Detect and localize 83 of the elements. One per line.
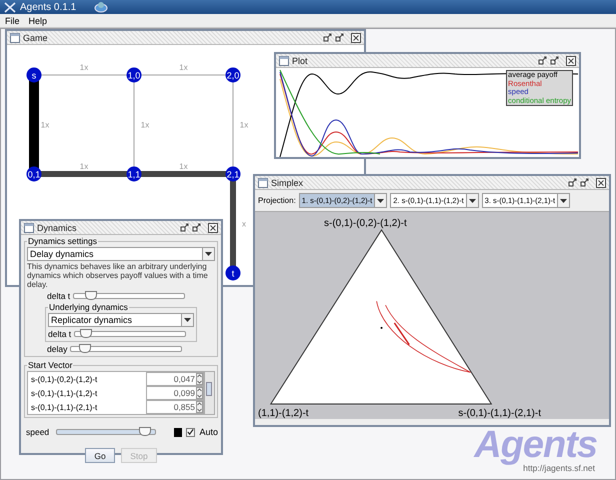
maximize-icon[interactable] <box>335 33 344 42</box>
edge-label: 1x <box>140 120 150 130</box>
graph-node[interactable]: 1,1 <box>126 166 142 182</box>
edge-label: 1x <box>240 120 248 130</box>
slider-thumb[interactable] <box>78 344 91 352</box>
color-swatch[interactable] <box>174 428 182 436</box>
dropdown[interactable]: Replicator dynamics <box>48 313 194 327</box>
window-icon <box>24 222 34 232</box>
minimize-icon[interactable] <box>568 178 577 187</box>
logo-text: Agents <box>474 427 597 463</box>
group-title: Start Vector <box>27 360 74 370</box>
spin-arrows-icon <box>196 387 203 399</box>
caret-icon <box>377 198 384 202</box>
edge-label: 1x <box>179 162 188 171</box>
window-icon <box>10 32 20 42</box>
number-spinner[interactable]: 0,855 <box>146 400 204 414</box>
caret-icon <box>468 198 476 202</box>
graph-node[interactable]: 0,1 <box>26 166 42 182</box>
caret-icon <box>560 198 568 202</box>
slider-label: speed <box>26 427 50 437</box>
edge-label: 1x <box>80 162 88 171</box>
checkbox-label: Auto <box>199 427 218 437</box>
vertex-label: s-(0,1)-(1,1)-(2,1)-t <box>458 408 541 419</box>
menu-item[interactable]: File <box>5 16 20 26</box>
x-logo-icon <box>4 2 16 12</box>
number-spinner[interactable]: 0,099 <box>146 386 204 400</box>
slider[interactable] <box>56 429 156 435</box>
slider-thumb[interactable] <box>139 427 152 436</box>
path-label: s-(0,1)-(1,1)-(1,2)-t <box>30 388 98 398</box>
path-label: s-(0,1)-(1,1)-(2,1)-t <box>30 402 98 412</box>
graph-node[interactable]: 2,0 <box>226 68 240 82</box>
edge-label: 1x <box>80 63 88 72</box>
edge-label: 1x <box>40 120 50 130</box>
close-icon[interactable] <box>351 32 361 42</box>
number-spinner[interactable]: 0,047 <box>146 372 204 386</box>
scrollbar[interactable] <box>204 372 214 414</box>
slider-label: delta t <box>47 290 70 300</box>
minimize-icon[interactable] <box>323 33 332 42</box>
slider[interactable] <box>73 292 186 298</box>
minimize-icon[interactable] <box>180 223 189 232</box>
graph-node[interactable]: t <box>226 266 240 280</box>
spin-arrows-icon <box>196 373 203 385</box>
window-icon <box>279 56 289 66</box>
window-icon <box>258 178 268 188</box>
minimize-icon[interactable] <box>538 56 547 65</box>
dropdown[interactable]: Delay dynamics <box>27 247 215 261</box>
slider-thumb[interactable] <box>84 290 97 300</box>
slider-label: delay <box>47 344 68 354</box>
window-title: Dynamics <box>37 222 77 232</box>
app-title: Agents 0.1.1 <box>20 2 78 12</box>
slider-label: delta t <box>48 328 72 338</box>
maximize-icon[interactable] <box>550 56 559 65</box>
caret-icon <box>184 318 191 322</box>
description-text: This dynamics behaves like an arbitrary underlying dynamics which observes payoff values with a time delay. <box>27 262 209 289</box>
path-label: s-(0,1)-(0,2)-(1,2)-t <box>30 374 98 384</box>
graph-node[interactable]: s <box>26 68 42 82</box>
graph-node[interactable]: 2,1 <box>226 166 240 182</box>
window-title: Simplex <box>271 178 304 188</box>
graph-node[interactable]: 1,0 <box>126 68 142 82</box>
window-title: Game <box>23 32 48 42</box>
slider[interactable] <box>74 330 186 336</box>
close-icon[interactable] <box>566 56 576 66</box>
slider[interactable] <box>70 346 182 352</box>
action-button[interactable]: Go <box>85 448 115 463</box>
menu-item[interactable]: Help <box>28 16 48 26</box>
close-icon[interactable] <box>596 178 606 188</box>
group-title: Dynamics settings <box>27 236 98 246</box>
edge-label: 1x <box>179 63 188 72</box>
caret-icon <box>205 252 212 256</box>
swirl-icon <box>94 1 108 13</box>
slider-thumb[interactable] <box>80 328 92 338</box>
spin-arrows-icon <box>196 401 203 413</box>
vertex-label: (1,1)-(1,2)-t <box>258 408 309 419</box>
projection-label: Projection: <box>258 196 296 205</box>
edge-label: x <box>242 220 246 228</box>
group-title: Underlying dynamics <box>48 302 129 312</box>
maximize-icon[interactable] <box>192 223 201 232</box>
maximize-icon[interactable] <box>580 178 589 187</box>
vertex-label: s-(0,1)-(0,2)-(1,2)-t <box>323 218 408 229</box>
logo-url: http://jagents.sf.net <box>523 463 595 473</box>
checkbox[interactable] <box>186 428 196 436</box>
window-title: Plot <box>292 56 308 66</box>
close-icon[interactable] <box>208 222 218 232</box>
